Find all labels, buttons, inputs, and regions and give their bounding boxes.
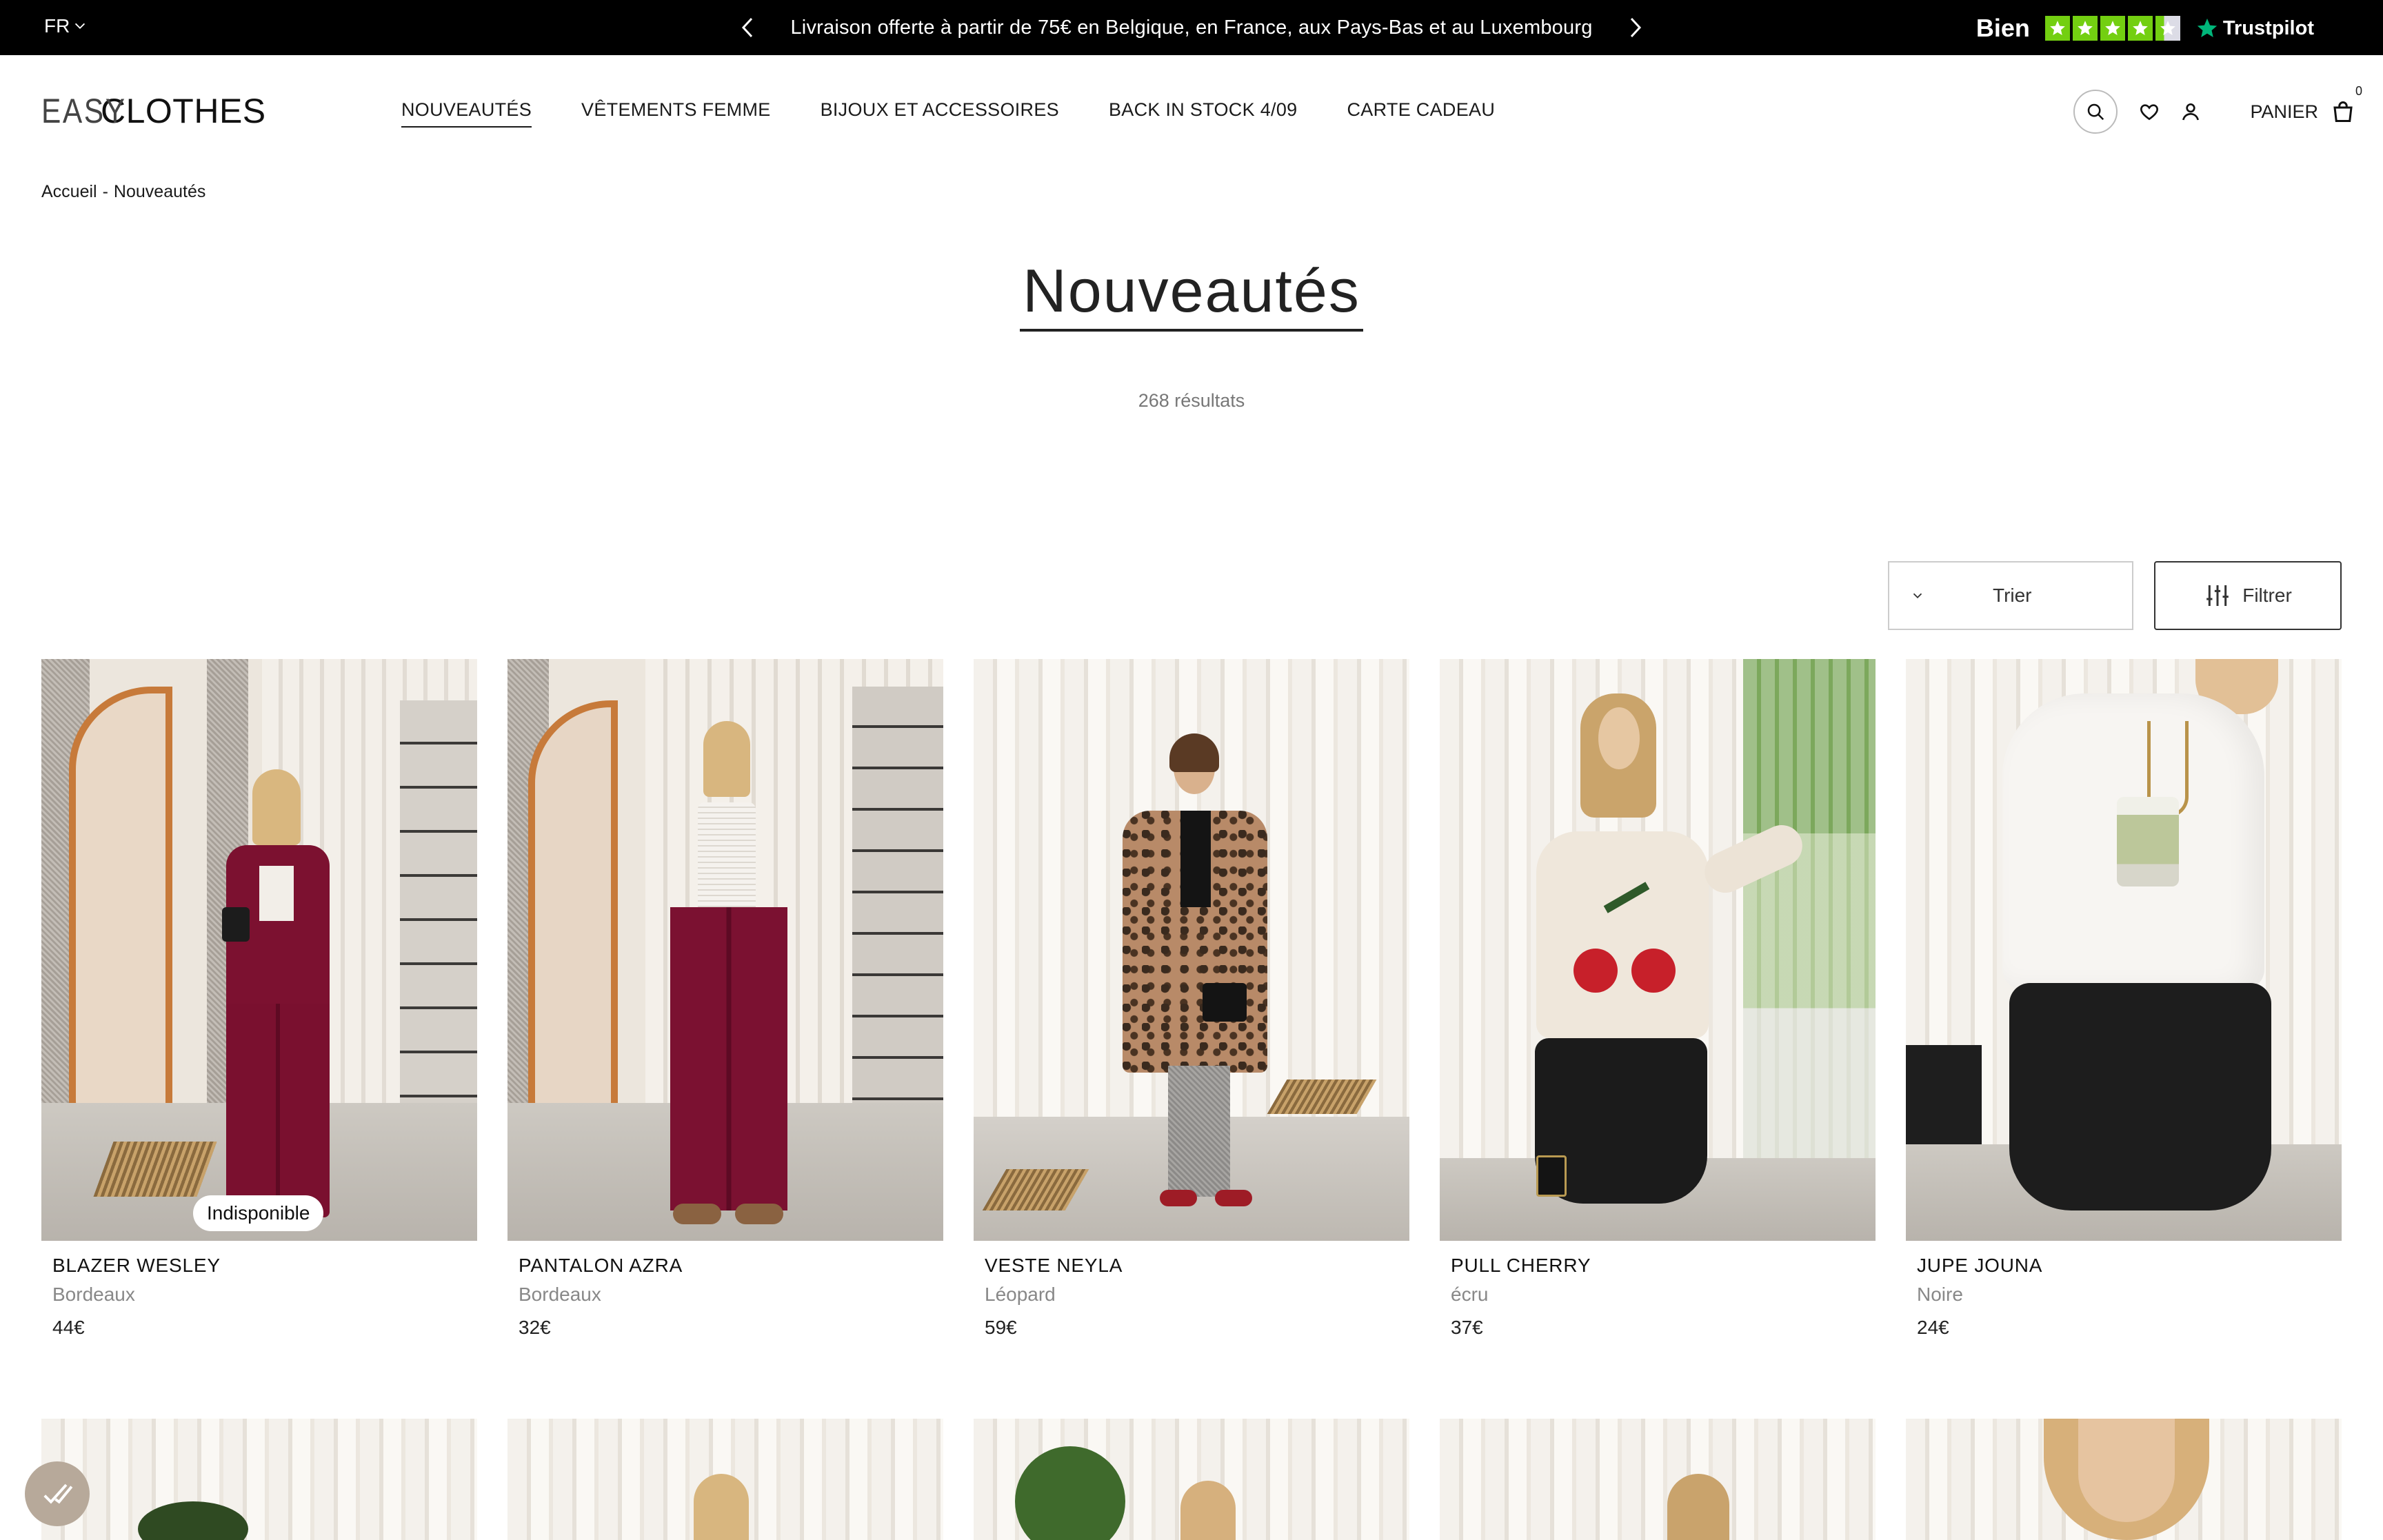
product-image[interactable] [1440,1419,1876,1540]
product-price: 24€ [1917,1317,1949,1338]
trustpilot-widget[interactable]: Bien Trustpilot [1976,14,2314,43]
chevron-down-icon [1913,593,1922,599]
product-price: 44€ [52,1317,85,1338]
search-icon [2088,103,2104,121]
star-icon [2127,16,2153,41]
cart-button[interactable]: PANIER 0 [2250,84,2362,124]
product-card[interactable]: JUPE JOUNA Noire 24€ [1906,659,2342,1352]
rating-word: Bien [1975,14,2030,42]
sort-label: Trier [1993,585,2032,606]
cart-count: 0 [2355,84,2362,98]
product-color: Bordeaux [519,1284,601,1305]
search-button[interactable] [2073,90,2118,134]
status-badge: Indisponible [193,1195,324,1231]
breadcrumb-current: Nouveautés [113,182,206,201]
star-icon [2072,16,2098,41]
product-price: 59€ [985,1317,1017,1338]
nav-item-bijoux-accessoires[interactable]: BIJOUX ET ACCESSOIRES [821,99,1059,128]
chevron-right-icon [1630,17,1641,38]
filter-button[interactable]: Filtrer [2154,561,2342,630]
product-name[interactable]: PULL CHERRY [1451,1255,1864,1277]
product-image[interactable] [41,1419,477,1540]
star-icon [2044,16,2070,41]
nav-item-nouveautes[interactable]: NOUVEAUTÉS [401,99,532,128]
filter-label: Filtrer [2242,585,2292,606]
announcement-next-button[interactable] [1626,16,1644,39]
product-image[interactable] [507,659,943,1241]
sort-select[interactable]: Trier [1888,561,2133,630]
product-card[interactable]: VESTE NEYLA Léopard 59€ [974,659,1409,1352]
product-image[interactable] [1906,659,2342,1241]
heart-icon [2140,104,2159,121]
page-title-wrap: Nouveautés [0,257,2383,332]
trustpilot-label: Trustpilot [2222,17,2314,39]
main-nav: NOUVEAUTÉS VÊTEMENTS FEMME BIJOUX ET ACC… [401,99,1495,128]
product-image[interactable] [974,1419,1409,1540]
product-name[interactable]: BLAZER WESLEY [52,1255,466,1277]
product-name[interactable]: PANTALON AZRA [519,1255,932,1277]
site-logo[interactable]: EASY CLOTHES [41,91,266,131]
announcement-bar: FR Livraison offerte à partir de 75€ en … [0,0,2383,55]
page-title: Nouveautés [1020,257,1363,332]
product-name[interactable]: JUPE JOUNA [1917,1255,2331,1277]
product-price: 32€ [519,1317,551,1338]
product-image[interactable] [1440,659,1876,1241]
rating-stars [2044,16,2180,41]
checkmark-icon [43,1483,73,1504]
product-card[interactable]: Indisponible BLAZER WESLEY Bordeaux 44€ [41,659,477,1352]
product-price: 37€ [1451,1317,1483,1338]
announcement-prev-button[interactable] [739,16,757,39]
trustpilot-logo: Trustpilot [2195,17,2314,40]
star-half-icon [2155,16,2180,41]
breadcrumb-separator: - [102,182,108,201]
breadcrumb-home[interactable]: Accueil [41,182,97,202]
nav-item-vetements-femme[interactable]: VÊTEMENTS FEMME [581,99,771,128]
product-image[interactable]: Indisponible [41,659,477,1241]
sliders-icon [2206,585,2229,606]
nav-item-back-in-stock[interactable]: BACK IN STOCK 4/09 [1109,99,1298,128]
product-image[interactable] [1906,1419,2342,1540]
site-header: EASY CLOTHES NOUVEAUTÉS VÊTEMENTS FEMME … [0,55,2383,165]
nav-item-carte-cadeau[interactable]: CARTE CADEAU [1347,99,1495,128]
account-button[interactable] [2177,98,2204,125]
logo-light: EASY [41,92,127,130]
bag-icon [2333,101,2353,122]
chevron-left-icon [742,17,753,38]
trustpilot-star-icon [2197,18,2218,38]
results-count: 268 résultats [1138,390,1245,411]
cart-label: PANIER [2250,101,2318,122]
product-card[interactable]: PULL CHERRY écru 37€ [1440,659,1876,1352]
product-name[interactable]: VESTE NEYLA [985,1255,1398,1277]
star-icon [2100,16,2125,41]
user-icon [2182,103,2200,121]
product-color: Léopard [985,1284,1056,1305]
product-image[interactable] [974,659,1409,1241]
product-color: Noire [1917,1284,1963,1305]
product-card[interactable]: PANTALON AZRA Bordeaux 32€ [507,659,943,1352]
breadcrumb: Accueil - Nouveautés [41,182,205,202]
cookie-consent-button[interactable] [25,1461,90,1526]
product-color: écru [1451,1284,1489,1305]
product-image[interactable] [507,1419,943,1540]
announcement-text: Livraison offerte à partir de 75€ en Bel… [790,16,1593,39]
product-color: Bordeaux [52,1284,135,1305]
wishlist-button[interactable] [2135,98,2163,125]
